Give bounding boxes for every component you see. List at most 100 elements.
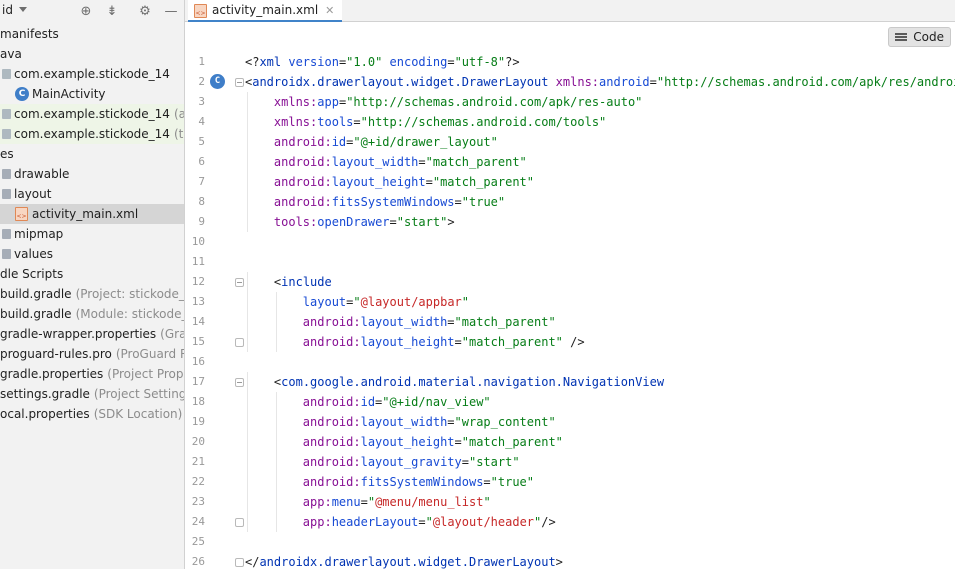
tree-item[interactable]: es xyxy=(0,144,184,164)
tree-item[interactable]: activity_main.xml xyxy=(0,204,184,224)
line-number-text: 10 xyxy=(191,235,205,248)
tree-item[interactable]: values xyxy=(0,244,184,264)
chevron-down-icon[interactable] xyxy=(19,7,27,12)
code-token: layout_width xyxy=(360,415,448,429)
code-token: " xyxy=(367,495,376,509)
line-number: 4 xyxy=(185,112,240,132)
project-view-selector[interactable]: id xyxy=(2,3,13,17)
tree-item[interactable]: proguard-rules.pro(ProGuard Rules xyxy=(0,344,184,364)
tree-item[interactable]: build.gradle(Module: stickode_14.a xyxy=(0,304,184,324)
related-activity-icon[interactable]: C xyxy=(210,74,225,89)
indent-guide xyxy=(247,312,248,332)
code-token: = xyxy=(353,115,361,129)
tree-item[interactable]: com.example.stickode_14(test) xyxy=(0,124,184,144)
editor-area: activity_main.xml ✕ Code 12C345678910111… xyxy=(185,0,955,569)
code-token: = xyxy=(447,315,455,329)
tree-item-label: build.gradle xyxy=(0,307,72,321)
code-token: android: xyxy=(302,335,361,349)
code-token: > xyxy=(555,555,563,569)
minimize-icon[interactable]: — xyxy=(162,2,180,20)
tree-item[interactable]: ocal.properties (SDK Location) xyxy=(0,404,184,424)
line-number: 2C xyxy=(185,72,244,92)
code-token: = xyxy=(454,335,462,349)
editor-tab-bar: activity_main.xml ✕ xyxy=(185,0,955,22)
code-token: android: xyxy=(273,195,332,209)
line-number-text: 14 xyxy=(191,315,205,328)
code-token: "http://schemas.android.com/apk/res-auto… xyxy=(346,95,643,109)
tree-item-label: mipmap xyxy=(14,227,64,241)
indent-guide xyxy=(247,212,248,232)
indent-guide xyxy=(247,152,248,172)
fold-marker-icon[interactable] xyxy=(235,278,244,287)
code-token: "utf-8" xyxy=(454,55,506,69)
code-token: xmlns: xyxy=(555,75,600,89)
tree-item-hint: (Module: stickode_14.a xyxy=(75,307,184,321)
indent-guide xyxy=(275,472,277,492)
tree-item[interactable]: dle Scripts xyxy=(0,264,184,284)
tree-item[interactable]: manifests xyxy=(0,24,184,44)
code-line: <include xyxy=(245,272,955,292)
code-token: ?> xyxy=(505,55,520,69)
fold-marker-icon[interactable] xyxy=(235,518,244,527)
gear-icon[interactable]: ⚙ xyxy=(136,2,154,20)
tree-item[interactable]: gradle-wrapper.properties(Gradle V xyxy=(0,324,184,344)
tab-label: activity_main.xml xyxy=(212,3,319,17)
tree-item[interactable]: com.example.stickode_14 xyxy=(0,64,184,84)
indent-guide xyxy=(247,292,248,312)
collapse-all-icon[interactable]: ⇟ xyxy=(103,2,121,20)
code-text-area[interactable]: <?xml version="1.0" encoding="utf-8"?> <a… xyxy=(245,52,955,569)
code-line: android:layout_gravity="start" xyxy=(245,452,955,472)
fold-marker-icon[interactable] xyxy=(235,78,244,87)
tree-item[interactable]: layout xyxy=(0,184,184,204)
tree-item-text: ocal.properties (SDK Location) xyxy=(0,404,182,424)
code-token: tools xyxy=(317,115,354,129)
tree-item[interactable]: settings.gradle(Project Settings) xyxy=(0,384,184,404)
tree-item-label: MainActivity xyxy=(32,87,106,101)
fold-marker-icon[interactable] xyxy=(235,558,244,567)
code-view-button[interactable]: Code xyxy=(888,27,951,47)
tree-item[interactable]: ava xyxy=(0,44,184,64)
code-token: "match_parent" xyxy=(432,175,535,189)
code-line: android:layout_width="match_parent" xyxy=(245,312,955,332)
line-number: 14 xyxy=(185,312,240,332)
indent-guide xyxy=(247,112,248,132)
code-line: android:fitsSystemWindows="true" xyxy=(245,472,955,492)
line-number-text: 21 xyxy=(191,455,205,468)
code-token: /> xyxy=(541,515,556,529)
code-token: > xyxy=(447,215,455,229)
fold-marker-icon[interactable] xyxy=(235,338,244,347)
code-line: xmlns:app="http://schemas.android.com/ap… xyxy=(245,92,955,112)
close-icon[interactable]: ✕ xyxy=(325,4,334,17)
line-number: 15 xyxy=(185,332,244,352)
code-token: xmlns: xyxy=(273,115,318,129)
indent-guide xyxy=(247,272,248,292)
tree-item-hint: (Project: stickode_14) xyxy=(75,287,185,301)
tree-item[interactable]: mipmap xyxy=(0,224,184,244)
tree-item[interactable]: C MainActivity xyxy=(0,84,184,104)
code-token: = xyxy=(425,175,433,189)
tree-item-label: drawable xyxy=(14,167,70,181)
code-token: include xyxy=(281,275,332,289)
line-number-text: 11 xyxy=(191,255,205,268)
code-token: = xyxy=(447,55,455,69)
line-number-text: 24 xyxy=(191,515,205,528)
target-icon[interactable]: ⊕ xyxy=(77,2,95,20)
code-token: app: xyxy=(302,515,332,529)
line-number-text: 18 xyxy=(191,395,205,408)
fold-marker-icon[interactable] xyxy=(235,378,244,387)
indent-guide xyxy=(247,492,248,512)
code-token: androidx.drawerlayout.widget.DrawerLayou… xyxy=(259,555,556,569)
tree-item[interactable]: gradle.properties(Project Properties xyxy=(0,364,184,384)
code-token: version xyxy=(288,55,339,69)
tree-item[interactable]: build.gradle(Project: stickode_14) xyxy=(0,284,185,304)
indent-guide xyxy=(275,452,277,472)
tree-item[interactable]: drawable xyxy=(0,164,184,184)
code-token: "true" xyxy=(490,475,535,489)
code-token: "http://schemas.android.com/tools" xyxy=(360,115,607,129)
tree-item-label: ava xyxy=(0,47,22,61)
tab-activity-main-xml[interactable]: activity_main.xml ✕ xyxy=(188,0,343,22)
line-number-text: 16 xyxy=(191,355,205,368)
tree-item[interactable]: com.example.stickode_14(andr xyxy=(0,104,184,124)
